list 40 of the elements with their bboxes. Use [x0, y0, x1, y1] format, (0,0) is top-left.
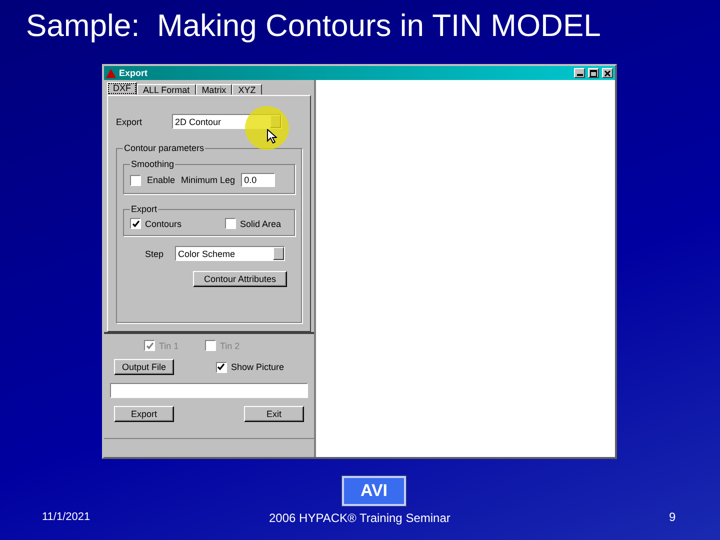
checkbox-label: Tin 2: [220, 340, 240, 350]
slide-date: 11/1/2021: [42, 511, 90, 523]
group-title: Export: [130, 204, 158, 214]
field-label: Step: [145, 248, 165, 258]
close-icon: [604, 70, 611, 76]
tab[interactable]: XYZ: [232, 84, 262, 95]
step-dropdown[interactable]: Color Scheme: [175, 246, 285, 261]
checkbox[interactable]: [216, 362, 227, 372]
tab[interactable]: DXF: [107, 82, 137, 95]
checkbox-label: Tin 1: [159, 340, 180, 350]
checkbox[interactable]: [130, 174, 141, 186]
input-field[interactable]: 0.0: [241, 173, 276, 187]
avi-button[interactable]: AVI: [342, 476, 406, 506]
maximize-button[interactable]: [588, 68, 599, 78]
app-icon: [106, 68, 116, 78]
checkbox-label: Solid Area: [240, 218, 282, 228]
window-title: Export: [119, 68, 149, 78]
tab[interactable]: ALL Format: [137, 84, 196, 95]
slide-footer: 2006 HYPACK® Training Seminar: [269, 511, 450, 525]
checkbox-label: Contours: [145, 218, 183, 228]
cursor-icon: [267, 129, 277, 144]
slide-title: Sample: Making Contours in TIN MODEL: [26, 7, 602, 45]
group-title: Smoothing: [130, 159, 176, 169]
field-label: Export: [116, 116, 144, 126]
dialog-button[interactable]: Export: [114, 406, 174, 422]
close-button[interactable]: [602, 68, 613, 78]
field-label: Minimum Leg: [181, 175, 236, 185]
output-file-button[interactable]: Output File: [114, 359, 174, 375]
checkbox[interactable]: [130, 218, 141, 229]
checkbox-label: Show Picture: [230, 362, 284, 372]
tab[interactable]: Matrix: [196, 84, 232, 95]
checkbox[interactable]: [225, 218, 236, 229]
group-title: Contour parameters: [123, 143, 206, 153]
maximize-icon: [590, 70, 597, 76]
input-field[interactable]: [110, 383, 308, 398]
checkbox-label: Enable: [147, 175, 176, 185]
contour-attributes-button[interactable]: Contour Attributes: [193, 271, 287, 287]
dialog-button[interactable]: Exit: [244, 406, 304, 422]
minimize-button[interactable]: [574, 68, 585, 78]
page-number: 9: [669, 510, 676, 524]
